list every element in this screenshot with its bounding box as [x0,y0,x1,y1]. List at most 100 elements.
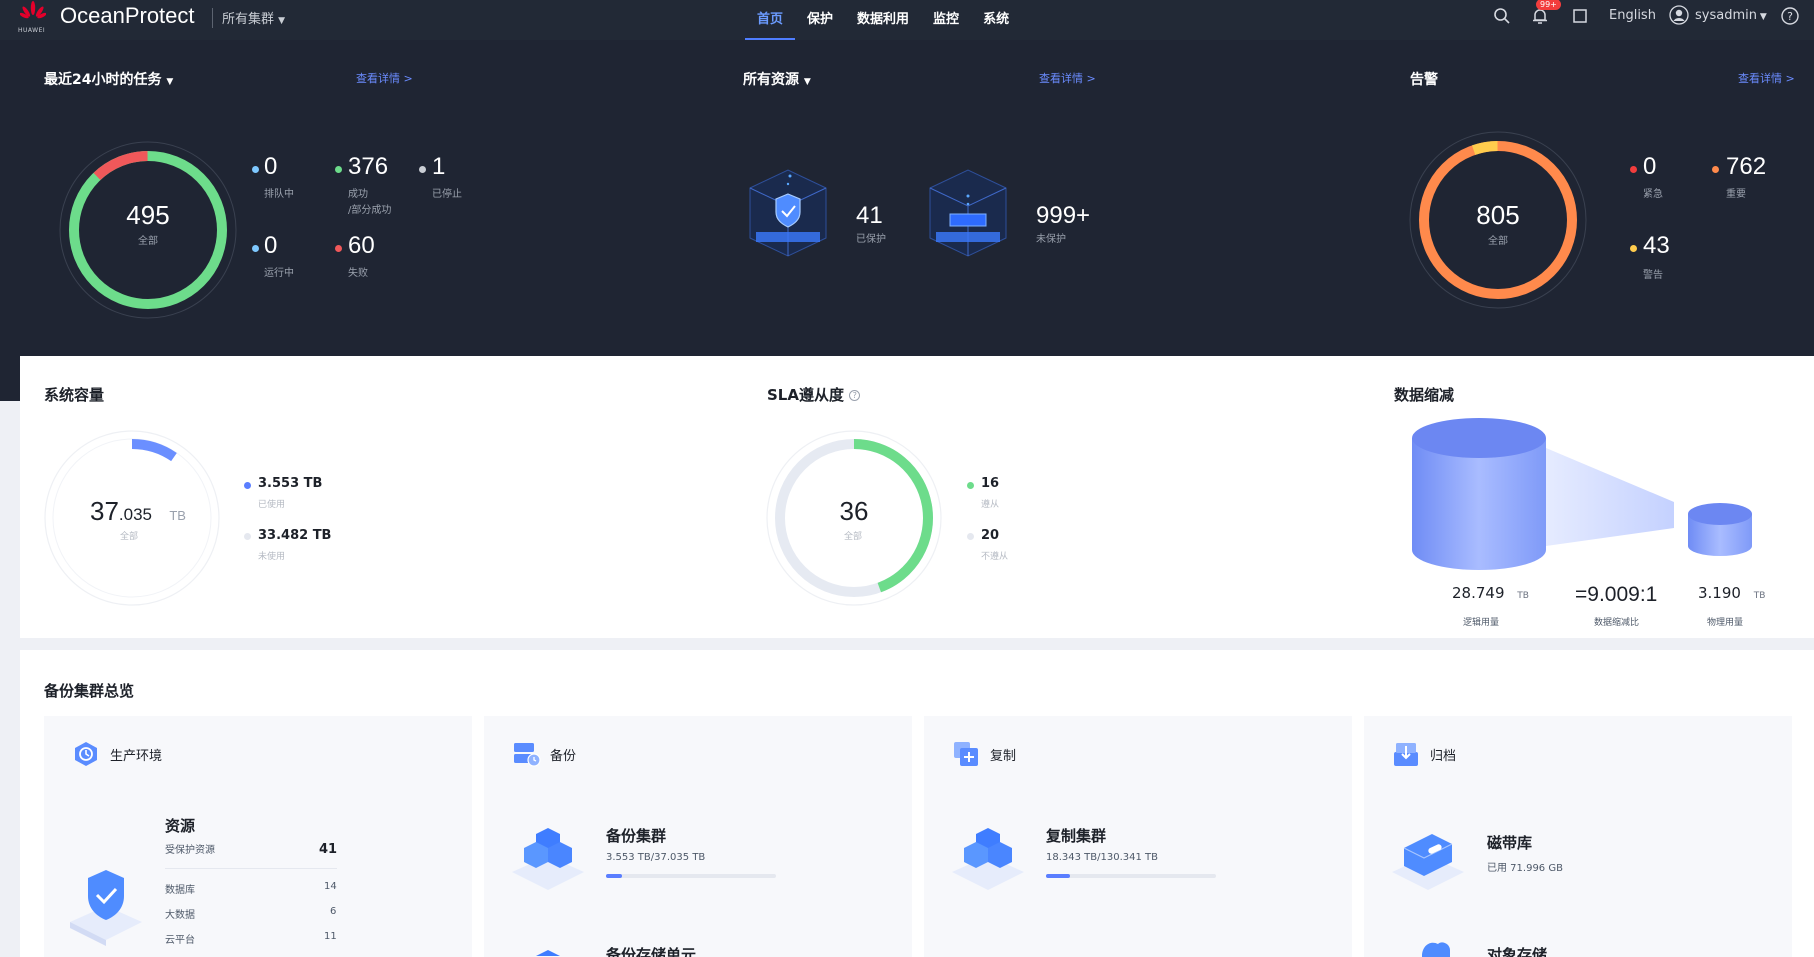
nav-home[interactable]: 首页 [745,0,796,40]
capacity-unit: TB [169,508,186,523]
backup-storage-unit-heading[interactable]: 备份存储单元 [606,944,696,957]
chevron-down-icon: ▼ [803,77,811,87]
physical-usage-number: 3.190 [1698,584,1741,602]
alarms-critical-value: 0 [1643,153,1657,180]
replication-cluster-icon [952,828,1024,890]
alarms-warning-label: 警告 [1643,270,1663,281]
queued-dot [252,166,259,173]
sla-compliant-label: 遵从 [981,500,1000,510]
replication-label: 复制 [990,749,1017,764]
physical-usage-value: 3.190 TB [1698,584,1765,602]
sla-title-text: SLA遵从度 [767,386,844,404]
tasks-stopped-value: 1 [432,153,446,180]
huawei-logo-icon [20,1,46,19]
chevron-down-icon: ▼ [278,16,286,26]
help-icon[interactable]: ? [1780,6,1800,26]
unprotected-resources-label: 未保护 [1036,234,1066,245]
protected-resources-icon [749,169,827,257]
tasks-total: 495 [126,200,170,230]
sla-noncompliant-value: 20 [981,528,1000,543]
backup-icon [514,743,541,767]
backup-usage-bar [606,874,776,878]
cloud-row-label[interactable]: 云平台 [165,931,195,946]
backup-label: 备份 [550,749,577,764]
noncompliant-dot [967,533,974,540]
alarms-warning-arc [1471,141,1498,155]
reduction-ratio-label: 数据缩减比 [1594,618,1640,628]
app-title: OceanProtect [60,3,195,28]
failed-dot [335,245,342,252]
capacity-total-dec: .035 [118,505,153,524]
sla-title: SLA遵从度 ? [767,384,861,405]
sla-total: 36 [839,496,869,526]
bigdata-row-label[interactable]: 大数据 [165,906,195,921]
data-reduction-graphic [1412,418,1752,570]
resources-title-dropdown[interactable]: 所有资源 ▼ [743,69,811,89]
protected-resources-label: 已保护 [856,234,886,245]
capacity-used-arc [131,439,177,462]
tape-library-heading[interactable]: 磁带库 [1487,832,1532,853]
top-navigation-bar: HUAWEI OceanProtect 所有集群 ▼ 首页 保护 数据利用 监控… [0,0,1814,40]
reduction-ratio: =9.009:1 [1575,583,1658,606]
resources-heading: 资源 [165,817,196,835]
cluster-selector[interactable]: 所有集群 ▼ [222,8,285,27]
notification-badge: 99+ [1536,0,1561,10]
user-menu[interactable]: sysadmin ▼ [1695,8,1767,23]
nav-protect[interactable]: 保护 [795,0,845,40]
sla-total-label: 全部 [844,532,863,542]
tasks-title-dropdown[interactable]: 最近24小时的任务 ▼ [44,69,173,89]
chevron-down-icon: ▼ [166,77,174,87]
search-icon[interactable] [1492,6,1512,26]
nav-data-utilization[interactable]: 数据利用 [845,0,921,40]
object-storage-heading[interactable]: 对象存储 [1487,944,1547,957]
bigdata-row-value: 6 [330,906,337,917]
tasks-stopped-label: 已停止 [432,189,462,200]
critical-dot [1630,166,1637,173]
help-icon[interactable]: ? [849,390,861,401]
title-divider [212,8,213,28]
cloud-row-value: 11 [324,931,337,942]
used-dot [244,482,251,489]
alarms-warning-value: 43 [1643,232,1670,259]
tasks-success-label: 成功 [348,189,368,200]
alarms-total-label: 全部 [1488,236,1508,247]
alarms-total: 805 [1476,200,1520,230]
alarms-title: 告警 [1410,72,1438,88]
cluster-selector-label: 所有集群 [222,12,275,27]
success-dot [335,166,342,173]
chevron-down-icon: ▼ [1756,12,1767,22]
logical-usage-unit: TB [1517,591,1529,601]
physical-usage-label: 物理用量 [1707,618,1744,628]
user-avatar-icon [1669,5,1689,25]
unprotected-resources-value: 999+ [1036,202,1091,229]
resources-view-details-link[interactable]: 查看详情 > [1039,70,1096,86]
logo-text: HUAWEI [18,27,46,34]
tasks-view-details-link[interactable]: 查看详情 > [356,70,413,86]
nav-monitor[interactable]: 监控 [921,0,971,40]
overview-title: 备份集群总览 [44,682,135,700]
replication-cluster-heading[interactable]: 复制集群 [1046,825,1106,846]
tasks-queued-value: 0 [264,153,278,180]
alarms-view-details-link[interactable]: 查看详情 > [1738,70,1795,86]
database-row-label[interactable]: 数据库 [165,881,195,896]
major-dot [1712,166,1719,173]
capacity-title: 系统容量 [44,386,105,404]
fullscreen-icon[interactable] [1570,6,1590,26]
physical-usage-unit: TB [1753,591,1766,601]
backup-usage-bar-fill [606,874,623,878]
language-switch[interactable]: English [1609,8,1656,23]
compliant-dot [967,482,974,489]
backup-storage-unit-icon [536,950,560,956]
database-row-value: 14 [324,881,337,892]
unprotected-resources-icon [929,169,1007,257]
nav-system[interactable]: 系统 [971,0,1021,40]
backup-cluster-heading[interactable]: 备份集群 [606,825,666,846]
production-label: 生产环境 [110,749,163,764]
logical-usage-value: 28.749 TB [1452,584,1529,602]
capacity-unused-label: 未使用 [258,552,286,562]
tasks-partial-success-label: /部分成功 [348,205,392,216]
huawei-logo[interactable]: HUAWEI [18,0,48,40]
replication-usage-bar-fill [1046,874,1070,878]
archive-icon [1394,743,1418,766]
sla-noncompliant-label: 不遵从 [981,552,1009,562]
